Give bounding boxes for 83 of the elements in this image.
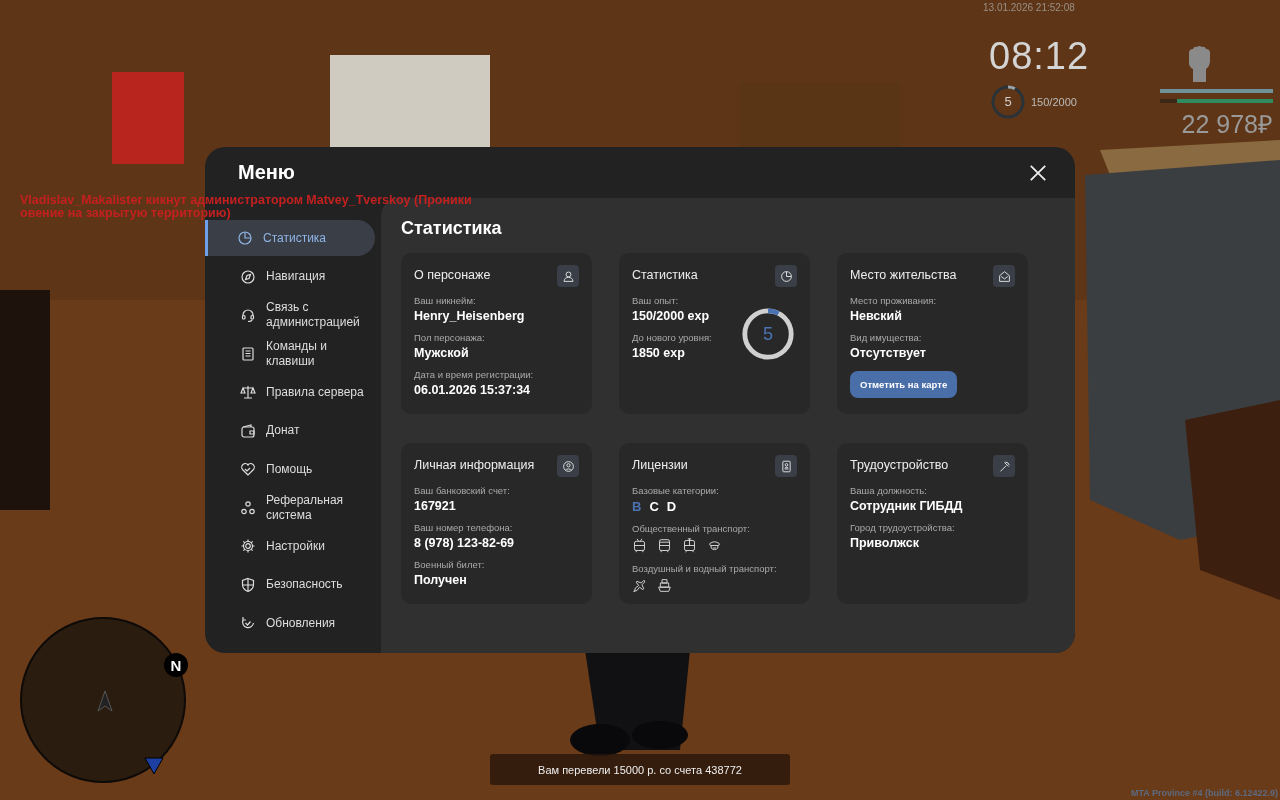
date-time: 13.01.2026 21:52:08 <box>983 1 1076 13</box>
north-marker: N <box>164 653 188 677</box>
field-value: 1850 exp <box>632 346 686 360</box>
map-button[interactable]: Отметить на карте <box>850 371 958 398</box>
level-ring: 5 <box>991 85 1025 119</box>
field-label: Ваш номер телефона: <box>414 522 514 533</box>
field-label: Общественный транспорт: <box>632 523 751 534</box>
page-title: Статистика <box>401 218 503 239</box>
field-value: Отсутствует <box>850 346 927 360</box>
sidebar-item[interactable]: Реферальная система <box>205 489 375 526</box>
field-label: Воздушный и водный транспорт: <box>632 563 777 574</box>
boat-icon <box>657 578 672 593</box>
tram-icon <box>682 538 697 553</box>
document-icon <box>240 345 256 362</box>
person-icon <box>557 265 579 287</box>
money-amount: 22 978₽ <box>1181 109 1273 140</box>
field-value: Получен <box>414 573 468 587</box>
trolleybus-icon <box>632 538 647 553</box>
field-label: Ваш никнейм: <box>414 295 477 306</box>
field-label: Военный билет: <box>414 559 486 570</box>
field-label: Ваш банковский счет: <box>414 485 511 496</box>
network-icon <box>240 499 256 516</box>
field-value: Henry_Heisenberg <box>414 309 526 323</box>
pickaxe-icon <box>993 455 1015 477</box>
field-label: Ваш опыт: <box>632 295 680 306</box>
card-title: О персонаже <box>414 268 491 282</box>
pie-chart-icon <box>237 230 253 246</box>
sidebar-item[interactable]: Связь с администрацией <box>205 297 375 333</box>
shield-icon <box>240 576 256 593</box>
refresh-icon <box>240 615 256 631</box>
sidebar-item[interactable]: Команды и клавиши <box>205 335 375 372</box>
wallet-icon <box>240 422 256 439</box>
chat-message: Vladislav_Makalister кикнут администратором Matvey_Tverskoy (Проники <box>20 194 473 207</box>
field-label: Пол персонажа: <box>414 332 486 343</box>
field-label: Дата и время регистрации: <box>414 369 534 380</box>
notification: Вам перевели 15000 р. со счета 438772 <box>490 754 790 785</box>
pie-chart-icon <box>775 265 797 287</box>
field-value: Невский <box>850 309 903 323</box>
field-value: Приволжск <box>850 536 920 550</box>
settings-icon <box>240 538 256 554</box>
card-title: Трудоустройство <box>850 458 949 472</box>
field-value: 06.01.2026 15:37:34 <box>414 383 532 397</box>
id-card-icon <box>775 455 797 477</box>
card-title: Лицензии <box>632 458 688 472</box>
sidebar-item[interactable]: Донат <box>205 412 375 449</box>
bus-icon <box>657 538 672 553</box>
waypoint-icon <box>144 757 164 775</box>
card-title: Статистика <box>632 268 698 282</box>
field-label: Базовые категории: <box>632 485 720 496</box>
game-clock: 08:12 <box>989 35 1090 77</box>
license-category: C <box>649 499 659 514</box>
sidebar-item[interactable]: Помощь <box>205 451 375 487</box>
field-label: Вид имущества: <box>850 332 923 343</box>
build-info: MTA Province #4 (build: 6.12422.9) <box>1130 788 1278 798</box>
field-label: До нового уровня: <box>632 332 712 343</box>
sidebar-item[interactable]: Обновления <box>205 605 375 641</box>
card-title: Личная информация <box>414 458 535 472</box>
compass-icon <box>240 268 256 285</box>
license-category: B <box>632 499 642 514</box>
card-title: Место жительства <box>850 268 957 282</box>
field-value: 167921 <box>414 499 457 513</box>
heart-icon <box>240 461 256 477</box>
headset-icon <box>240 307 256 323</box>
field-value: Сотрудник ГИБДД <box>850 499 963 513</box>
sidebar-item[interactable]: Правила сервера <box>205 374 375 410</box>
exp-counter: 150/2000 <box>1031 96 1077 108</box>
cap-icon <box>707 538 722 553</box>
level-ring: 5 <box>739 305 797 363</box>
field-label: Ваша должность: <box>850 485 928 496</box>
field-value: 8 (978) 123-82-69 <box>414 536 515 550</box>
field-label: Место проживания: <box>850 295 938 306</box>
sidebar-item[interactable]: Настройки <box>205 528 375 564</box>
menu-title: Меню <box>238 161 295 184</box>
sidebar-item[interactable]: Безопасность <box>205 566 375 603</box>
plane-icon <box>632 578 647 593</box>
sidebar-item[interactable]: Статистика <box>205 220 375 256</box>
field-value: 150/2000 exp <box>632 309 711 323</box>
sidebar-item[interactable]: Навигация <box>205 258 375 295</box>
field-value: Мужской <box>414 346 470 360</box>
field-label: Город трудоустройства: <box>850 522 956 533</box>
license-category: D <box>666 499 677 514</box>
player-arrow-icon <box>95 689 115 713</box>
scales-icon <box>240 384 256 400</box>
